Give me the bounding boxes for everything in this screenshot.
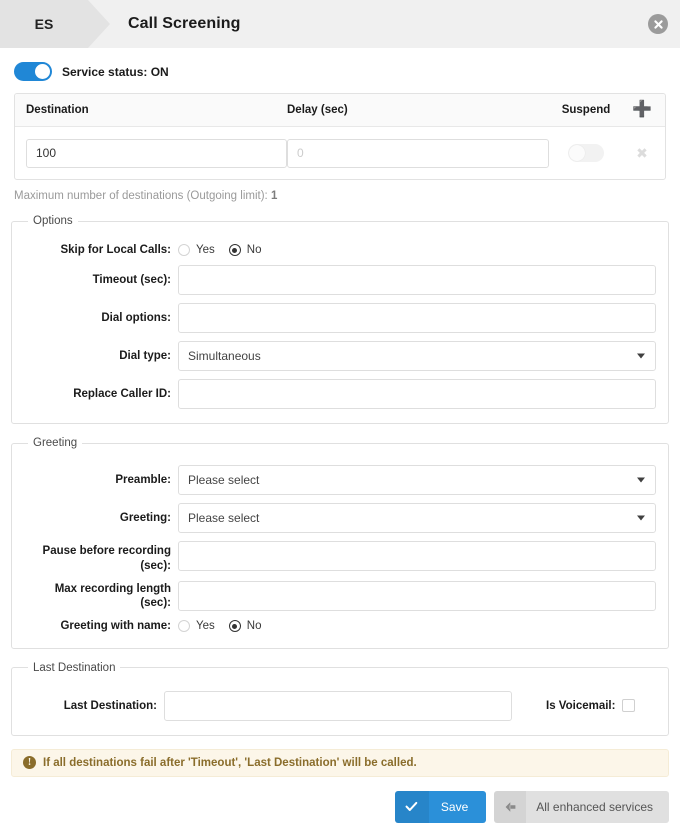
row-greeting-with-name: Greeting with name: Yes No: [24, 619, 656, 633]
label-dial-options: Dial options:: [101, 312, 171, 325]
chevron-down-icon: [637, 477, 645, 483]
radio-label-skip-local-no: No: [246, 244, 262, 257]
page-header: ES Call Screening: [0, 0, 680, 48]
row-timeout: Timeout (sec):: [24, 265, 656, 296]
all-enhanced-services-label: All enhanced services: [536, 799, 653, 814]
row-dial-type: Dial type: Simultaneous: [24, 341, 656, 372]
options-fieldset: Options Skip for Local Calls: Yes No Tim…: [11, 215, 669, 425]
greeting-with-name-radios: Yes No: [178, 620, 656, 633]
last-destination-input[interactable]: [164, 690, 512, 721]
max-recording-length-input[interactable]: [178, 581, 656, 612]
label-preamble: Preamble:: [115, 474, 171, 487]
check-icon: [394, 790, 429, 823]
radio-skip-local-no[interactable]: [228, 244, 241, 257]
label-last-destination: Last Destination:: [63, 699, 157, 712]
plus-icon: ➕: [632, 101, 652, 118]
greeting-legend: Greeting: [33, 437, 78, 450]
radio-label-skip-local-yes: Yes: [196, 244, 215, 257]
label-max-recording-length: Max recording length (sec):: [54, 582, 171, 610]
arrow-left-icon: [494, 790, 527, 823]
arrow-left-glyph: [505, 801, 516, 812]
breadcrumb-es[interactable]: ES: [0, 0, 110, 48]
row-replace-caller-id: Replace Caller ID:: [24, 379, 656, 410]
service-status-toggle[interactable]: [14, 62, 52, 81]
label-pause-line1: Pause before recording: [42, 545, 171, 558]
add-destination-button[interactable]: ➕: [623, 102, 661, 118]
suspend-toggle[interactable]: [568, 144, 604, 162]
radio-skip-local-yes[interactable]: [178, 244, 190, 257]
pause-before-recording-input[interactable]: [178, 541, 656, 572]
greeting-value: Please select: [188, 511, 260, 526]
last-destination-legend: Last Destination: [33, 661, 116, 674]
preamble-value: Please select: [188, 473, 260, 488]
toggle-knob: [35, 64, 50, 79]
cell-destination: [15, 138, 287, 168]
radio-greeting-name-no[interactable]: [228, 620, 241, 633]
info-alert: ! If all destinations fail after 'Timeou…: [11, 748, 669, 777]
column-header-suspend: Suspend: [561, 104, 611, 116]
row-max-recording-length: Max recording length (sec):: [24, 581, 656, 612]
delay-input[interactable]: [287, 138, 549, 168]
max-destinations-text: Maximum number of destinations (Outgoing…: [14, 190, 268, 202]
chevron-down-icon: [637, 353, 645, 359]
column-header-delay: Delay (sec): [287, 104, 348, 116]
close-glyph: [653, 19, 663, 29]
last-destination-fieldset: Last Destination Last Destination: Is Vo…: [11, 661, 669, 736]
max-destinations-value: 1: [270, 190, 278, 202]
greeting-fieldset: Greeting Preamble: Please select Greetin…: [11, 437, 669, 649]
alert-text: If all destinations fail after 'Timeout'…: [43, 756, 417, 769]
radio-label-greeting-name-yes: Yes: [196, 620, 215, 633]
service-status-row: Service status: ON: [0, 48, 680, 93]
radio-label-greeting-name-no: No: [246, 620, 262, 633]
replace-caller-id-input[interactable]: [178, 379, 656, 410]
label-pause-before-recording: Pause before recording (sec):: [24, 541, 178, 573]
label-is-voicemail: Is Voicemail:: [546, 699, 616, 712]
row-dial-options: Dial options:: [24, 303, 656, 334]
timeout-input[interactable]: [178, 265, 656, 296]
label-timeout: Timeout (sec):: [92, 274, 171, 287]
save-button[interactable]: Save: [394, 790, 487, 823]
service-status-label: Service status: ON: [62, 64, 169, 79]
remove-destination-button[interactable]: ✖: [623, 146, 661, 161]
table-row: ✖: [15, 127, 665, 179]
row-greeting: Greeting: Please select: [24, 503, 656, 534]
dial-type-select[interactable]: Simultaneous: [178, 341, 656, 372]
label-greeting-with-name: Greeting with name:: [60, 620, 171, 633]
max-destinations-note: Maximum number of destinations (Outgoing…: [14, 190, 680, 202]
x-icon: ✖: [636, 144, 648, 161]
label-pause-line2: (sec):: [140, 559, 171, 572]
check-glyph: [405, 801, 418, 811]
label-replace-caller-id: Replace Caller ID:: [73, 388, 171, 401]
suspend-toggle-knob: [569, 145, 585, 161]
cell-suspend: [549, 144, 623, 162]
exclamation-circle-icon: !: [23, 756, 36, 769]
label-greeting: Greeting:: [119, 512, 171, 525]
page-title: Call Screening: [128, 15, 241, 32]
row-preamble: Preamble: Please select: [24, 465, 656, 496]
table-header-row: Destination Delay (sec) Suspend ➕: [15, 94, 665, 127]
breadcrumb-es-label: ES: [34, 16, 54, 32]
chevron-down-icon: [637, 515, 645, 521]
greeting-select[interactable]: Please select: [178, 503, 656, 534]
destination-input[interactable]: [26, 138, 287, 168]
row-skip-local-calls: Skip for Local Calls: Yes No: [24, 243, 656, 257]
options-legend: Options: [33, 215, 73, 227]
dial-options-input[interactable]: [178, 303, 656, 334]
form-footer: Save All enhanced services: [11, 790, 669, 823]
is-voicemail-checkbox[interactable]: [622, 699, 636, 712]
dial-type-value: Simultaneous: [188, 349, 261, 364]
close-icon[interactable]: [648, 14, 668, 34]
row-pause-before-recording: Pause before recording (sec):: [24, 541, 656, 573]
cell-delay: [287, 138, 549, 168]
all-enhanced-services-button[interactable]: All enhanced services: [494, 790, 669, 823]
destinations-table: Destination Delay (sec) Suspend ➕ ✖: [14, 93, 666, 180]
column-header-destination: Destination: [26, 104, 89, 116]
label-dial-type: Dial type:: [119, 350, 171, 363]
label-skip-local-calls: Skip for Local Calls:: [60, 244, 171, 256]
preamble-select[interactable]: Please select: [178, 465, 656, 496]
skip-local-calls-radios: Yes No: [178, 244, 656, 257]
row-last-destination: Last Destination: Is Voicemail:: [24, 690, 656, 721]
save-button-label: Save: [440, 799, 469, 814]
radio-greeting-name-yes[interactable]: [178, 620, 190, 633]
